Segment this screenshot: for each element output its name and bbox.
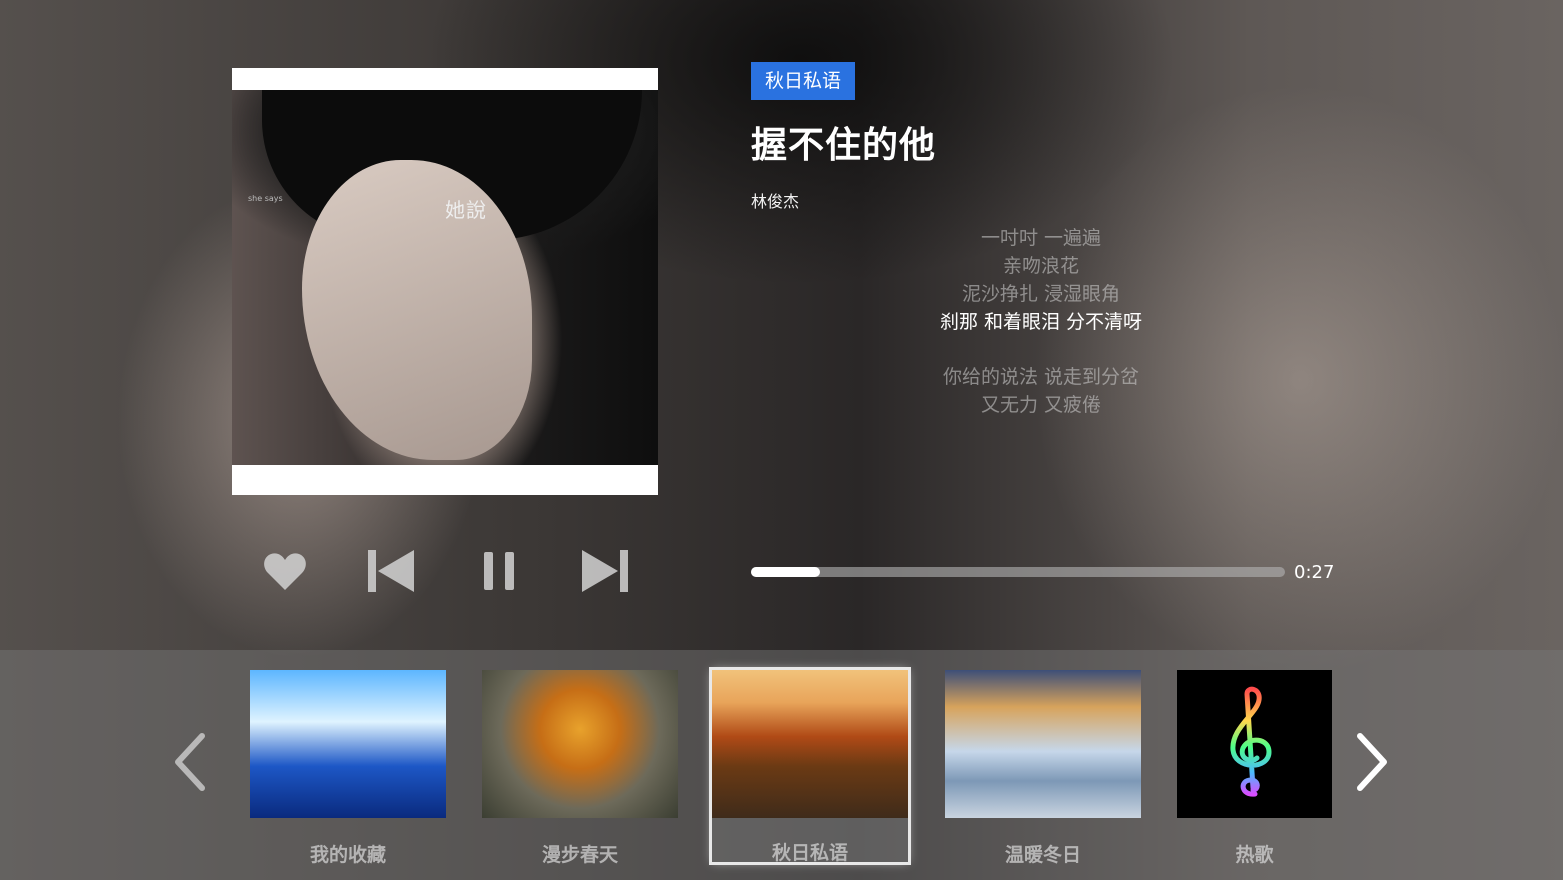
lyric-line: 又无力 又疲倦 [980, 394, 1102, 416]
player-controls [262, 548, 642, 598]
lyrics-panel: 一吋吋 一遍遍 亲吻浪花 泥沙挣扎 浸湿眼角 刹那 和着眼泪 分不清呀 你给的说… [841, 224, 1241, 419]
playlist-item-winter[interactable]: 温暖冬日 [945, 670, 1141, 867]
playlist-item-label: 我的收藏 [309, 844, 386, 866]
playlist-tag[interactable]: 秋日私语 [751, 62, 856, 100]
album-cover: she says 她說 [232, 68, 658, 495]
song-artist: 林俊杰 [751, 192, 800, 211]
playlist-item-spring[interactable]: 漫步春天 [482, 670, 678, 867]
playlist-carousel: 我的收藏 漫步春天 秋日私语 温暖冬日 热歌 [0, 650, 1563, 880]
lyric-line: 你给的说法 说走到分岔 [942, 366, 1140, 388]
playlist-item-label: 漫步春天 [541, 844, 618, 866]
treble-clef-icon [1230, 686, 1272, 797]
playlist-item-autumn[interactable]: 秋日私语 [712, 670, 908, 864]
playlist-thumbnail [1177, 670, 1332, 818]
playlist-item-hot[interactable]: 热歌 [1177, 670, 1332, 867]
playlist-thumbnail [945, 670, 1141, 818]
playlist-thumbnail [712, 670, 908, 818]
chevron-right-icon[interactable] [1352, 732, 1392, 792]
chevron-left-icon[interactable] [170, 732, 210, 792]
album-cover-subtitle: she says [248, 194, 283, 203]
pause-icon[interactable] [482, 548, 516, 594]
current-time: 0:27 [1294, 562, 1335, 583]
playlist-thumbnail [250, 670, 446, 818]
progress-fill [751, 567, 821, 577]
album-cover-image: she says 她說 [232, 90, 658, 465]
lyric-line: 亲吻浪花 [1002, 255, 1079, 277]
playlist-item-label: 热歌 [1235, 844, 1274, 866]
song-title: 握不住的他 [751, 125, 937, 166]
playlist-item-label: 温暖冬日 [1004, 844, 1081, 866]
skip-previous-icon[interactable] [366, 548, 416, 594]
lyric-line-current: 刹那 和着眼泪 分不清呀 [939, 311, 1143, 333]
album-cover-title: 她說 [445, 198, 487, 222]
playlist-thumbnail [482, 670, 678, 818]
progress-bar[interactable] [751, 567, 1285, 577]
playlist-item-label: 秋日私语 [771, 842, 848, 864]
lyric-line: 一吋吋 一遍遍 [980, 227, 1102, 249]
heart-icon[interactable] [262, 548, 308, 594]
playlist-item-favorites[interactable]: 我的收藏 [250, 670, 446, 867]
skip-next-icon[interactable] [580, 548, 630, 594]
lyric-line: 泥沙挣扎 浸湿眼角 [961, 283, 1121, 305]
